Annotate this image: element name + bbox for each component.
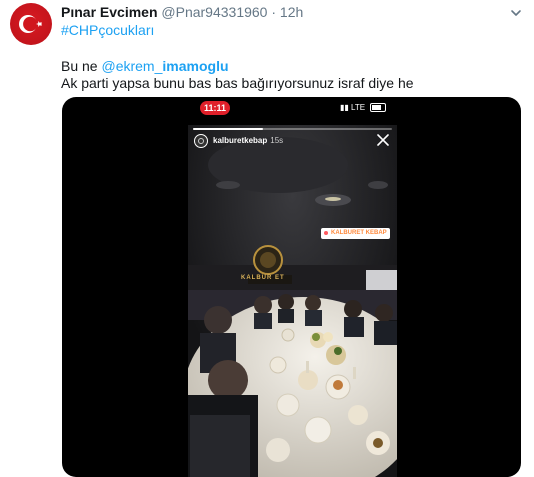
story-progress-fill xyxy=(193,128,263,130)
network-label: LTE xyxy=(351,103,366,112)
story-age: 15s xyxy=(270,136,284,145)
chevron-down-icon[interactable] xyxy=(510,6,522,18)
status-time: 11:11 xyxy=(200,101,230,115)
mention-bold: imamoglu xyxy=(162,58,229,74)
location-sticker[interactable]: KALBURET KEBAP xyxy=(321,228,390,239)
story-user-row: kalburetkebap 15s xyxy=(213,135,283,147)
restaurant-scene-image xyxy=(188,125,397,477)
tweet[interactable]: Pınar Evcimen @Pnar94331960 · 12h #CHPço… xyxy=(0,0,534,477)
mention-at: @ekrem_ xyxy=(101,58,163,74)
battery-icon xyxy=(370,103,387,113)
tweet-text-prefix: Bu ne xyxy=(61,58,102,74)
status-icons: ▮▮ LTE xyxy=(340,102,387,114)
tweet-header: Pınar Evcimen @Pnar94331960 · 12h xyxy=(61,3,303,21)
story-avatar[interactable] xyxy=(194,134,208,148)
user-handle[interactable]: @Pnar94331960 xyxy=(161,4,267,20)
story-header: kalburetkebap 15s xyxy=(193,133,392,151)
restaurant-sign-text: KALBUR ET xyxy=(241,275,285,281)
mention-link[interactable]: @ekrem_imamoglu xyxy=(101,58,228,74)
tweet-text-line-2: Ak parti yapsa bunu bas bas bağırıyorsun… xyxy=(61,75,414,91)
tweet-text-line-1: Bu ne @ekrem_imamoglu xyxy=(61,57,229,75)
close-icon[interactable] xyxy=(376,133,390,147)
tweet-timestamp[interactable]: 12h xyxy=(280,4,303,20)
video-player[interactable]: 11:11 ▮▮ LTE kalburetkebap 15s KALBURET … xyxy=(62,97,521,477)
signal-icon: ▮▮ xyxy=(340,103,349,112)
display-name[interactable]: Pınar Evcimen xyxy=(61,4,158,20)
separator-dot: · xyxy=(271,4,277,20)
instagram-story: kalburetkebap 15s KALBURET KEBAP KALBUR E… xyxy=(188,125,397,477)
hashtag-link[interactable]: #CHPçocukları xyxy=(61,21,154,39)
phone-status-bar: 11:11 ▮▮ LTE xyxy=(62,97,521,119)
story-username[interactable]: kalburetkebap xyxy=(213,136,267,145)
story-progress-bar xyxy=(193,128,392,130)
avatar[interactable] xyxy=(10,3,52,45)
